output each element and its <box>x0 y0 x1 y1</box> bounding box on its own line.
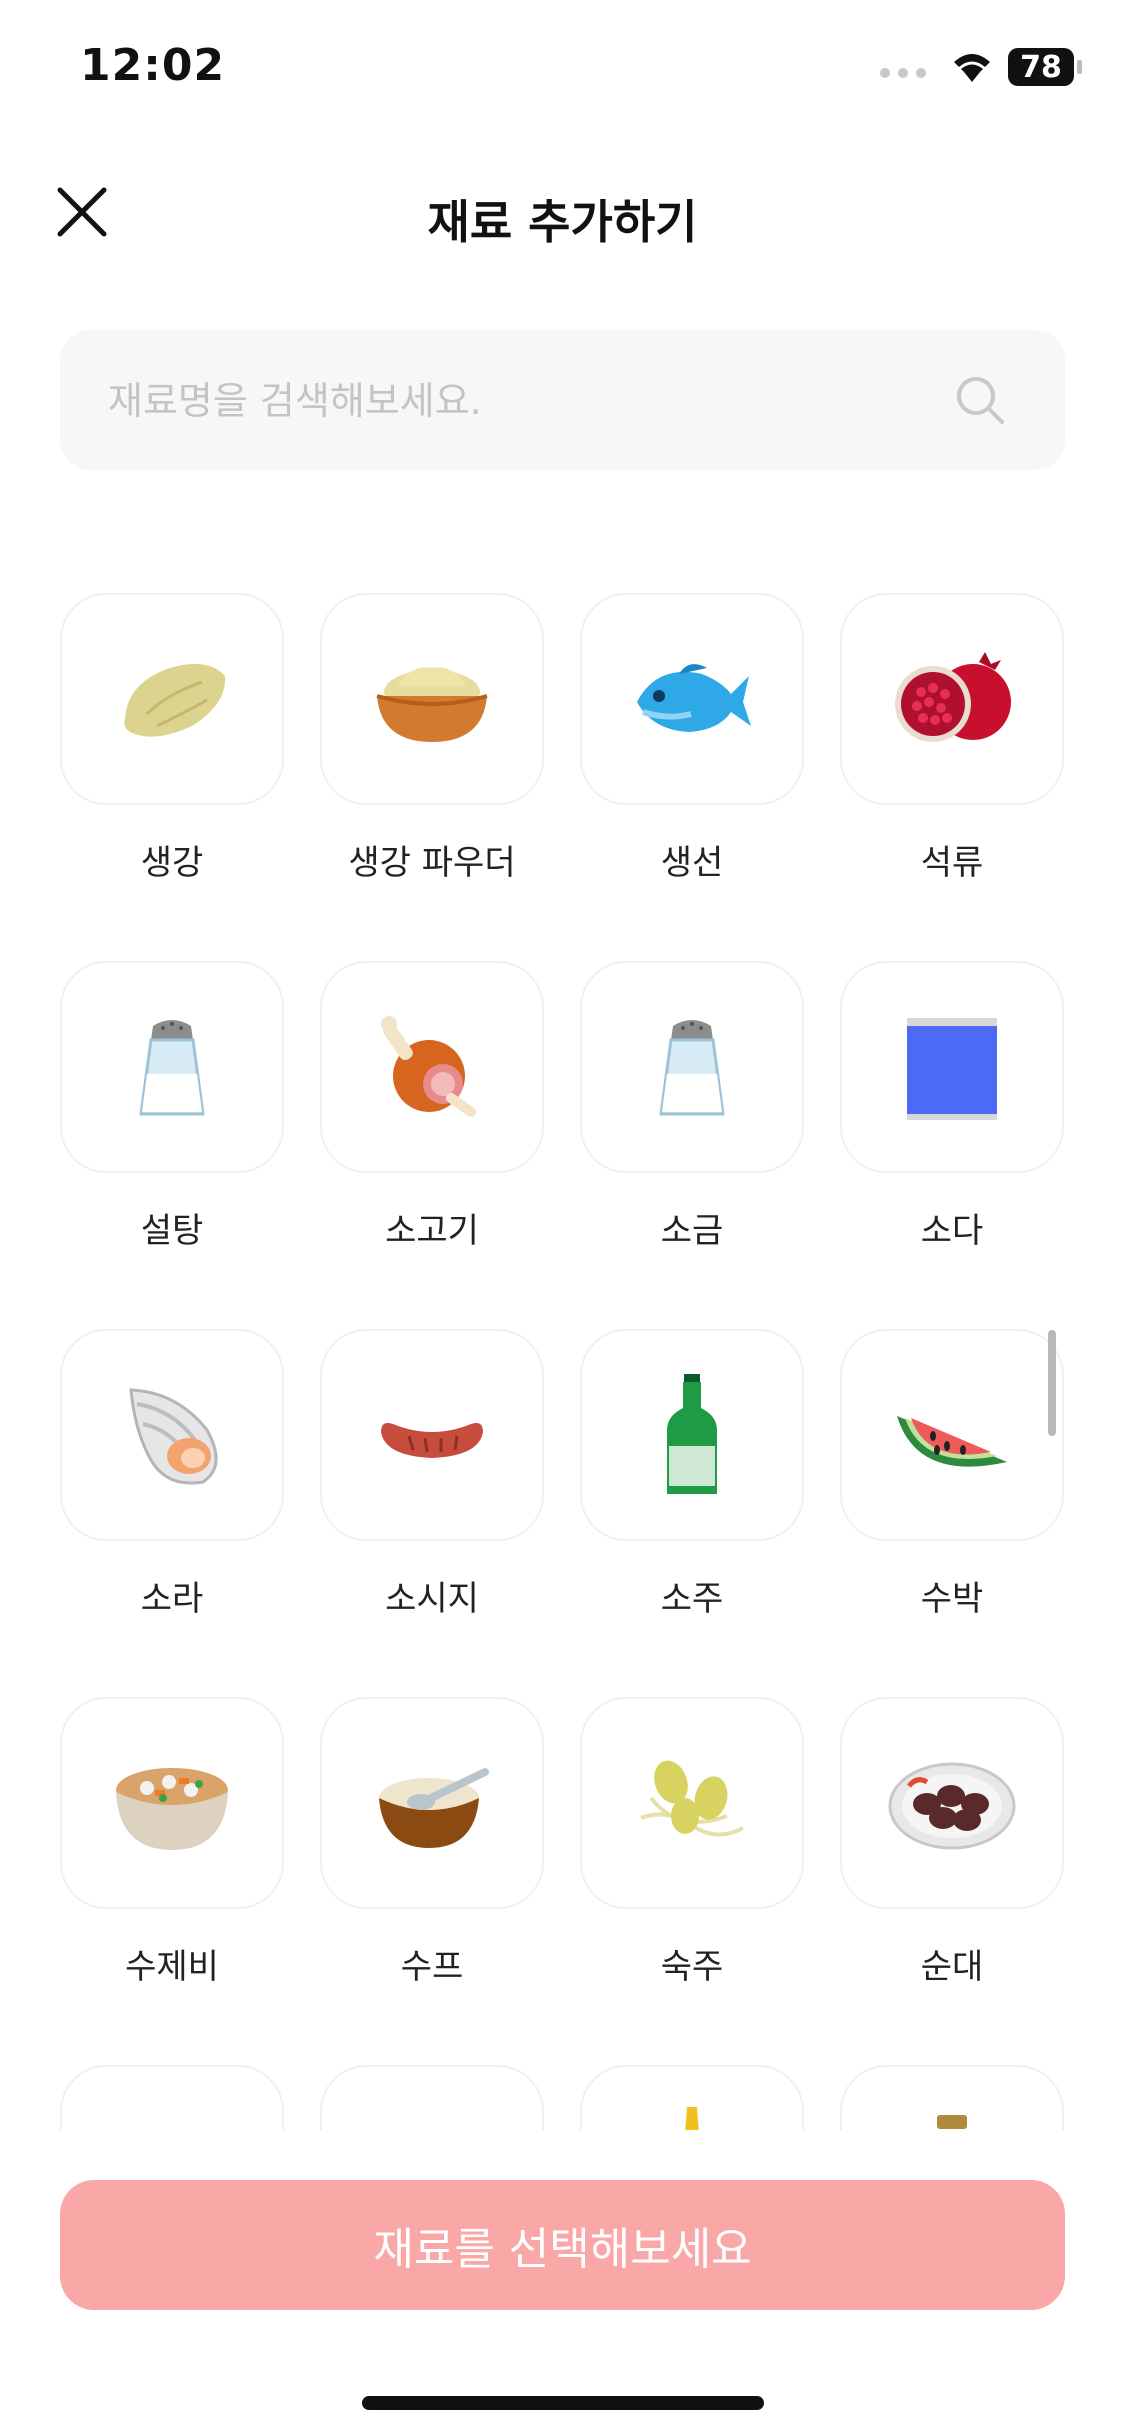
ingredient-label: 수제비 <box>125 1947 219 1987</box>
ingredient-label: 설탕 <box>140 1211 204 1251</box>
ginger-icon <box>124 663 226 737</box>
ingredient-item[interactable]: 수제비 <box>60 1697 284 1988</box>
ingredient-item-partial[interactable] <box>60 2065 284 2130</box>
ingredient-item-partial[interactable] <box>580 2065 804 2130</box>
page-title: 재료 추가하기 <box>427 195 698 249</box>
ingredient-tile[interactable] <box>60 961 284 1173</box>
ingredient-item[interactable]: 소다 <box>840 961 1064 1252</box>
sausage-icon <box>381 1423 483 1458</box>
scrollbar[interactable] <box>1048 1330 1056 1436</box>
soda-can-icon <box>907 1018 997 1120</box>
ingredient-label: 수박 <box>920 1579 984 1619</box>
ingredient-tile[interactable] <box>580 1697 804 1909</box>
status-bar: 12:02 78 <box>0 0 1125 130</box>
search-input[interactable] <box>106 370 930 432</box>
ingredient-label: 수프 <box>400 1947 464 1987</box>
ingredient-label: 생선 <box>660 843 724 883</box>
ingredient-tile[interactable] <box>60 593 284 805</box>
ingredient-tile[interactable] <box>320 961 544 1173</box>
ingredient-tile[interactable] <box>60 1697 284 1909</box>
ingredient-tile[interactable] <box>840 1329 1064 1541</box>
ingredient-tile[interactable] <box>840 2065 1064 2130</box>
ingredient-item-partial[interactable] <box>840 2065 1064 2130</box>
bottle-top-icon <box>685 2107 699 2130</box>
ingredient-item[interactable]: 수박 <box>840 1329 1064 1620</box>
pomegranate-icon <box>895 652 1011 742</box>
ingredient-label: 생강 파우더 <box>348 843 516 883</box>
watermelon-icon <box>897 1416 1007 1467</box>
ginger-powder-icon <box>376 667 488 742</box>
ingredient-item[interactable]: 생강 <box>60 593 284 884</box>
conch-icon <box>129 1388 218 1485</box>
ingredient-label: 소주 <box>660 1579 724 1619</box>
ingredient-item[interactable]: 소주 <box>580 1329 804 1620</box>
ingredient-label: 순대 <box>920 1947 984 1987</box>
ingredient-tile[interactable] <box>840 1697 1064 1909</box>
ingredient-item[interactable]: 소금 <box>580 961 804 1252</box>
ingredient-item[interactable]: 생선 <box>580 593 804 884</box>
sugar-shaker-icon <box>139 1020 205 1116</box>
ingredient-item[interactable]: 석류 <box>840 593 1064 884</box>
ingredient-item[interactable]: 설탕 <box>60 961 284 1252</box>
ingredient-item[interactable]: 소고기 <box>320 961 544 1252</box>
ingredient-tile[interactable] <box>60 2065 284 2130</box>
ingredient-label: 숙주 <box>660 1947 724 1987</box>
signal-icon <box>880 68 926 78</box>
battery-level: 78 <box>1020 49 1062 85</box>
ingredient-tile[interactable] <box>320 1697 544 1909</box>
ingredient-item[interactable]: 소시지 <box>320 1329 544 1620</box>
sujebi-bowl-icon <box>116 1768 228 1850</box>
ingredient-tile[interactable] <box>580 961 804 1173</box>
ingredient-tile[interactable] <box>60 1329 284 1541</box>
ingredient-tile[interactable] <box>580 593 804 805</box>
fish-icon <box>637 664 751 732</box>
ingredient-grid: 생강 생강 파우더 생선 석류 설탕 소고기 소금 소다 소라 소시지 소주 수… <box>0 593 1125 2130</box>
select-ingredient-button[interactable]: 재료를 선택해보세요 <box>60 2180 1065 2310</box>
ingredient-tile[interactable] <box>840 593 1064 805</box>
home-indicator <box>362 2396 764 2410</box>
ingredient-label: 생강 <box>140 843 204 883</box>
ingredient-tile[interactable] <box>580 1329 804 1541</box>
ingredient-tile[interactable] <box>320 2065 544 2130</box>
soju-bottle-icon <box>667 1374 717 1494</box>
wifi-icon <box>954 54 990 82</box>
soup-bowl-icon <box>379 1768 489 1848</box>
ingredient-item[interactable]: 생강 파우더 <box>320 593 544 884</box>
ingredient-item[interactable]: 수프 <box>320 1697 544 1988</box>
bean-sprouts-icon <box>640 1760 744 1837</box>
ingredient-item-partial[interactable] <box>320 2065 544 2130</box>
ingredient-tile[interactable] <box>580 2065 804 2130</box>
ingredient-label: 소금 <box>660 1211 724 1251</box>
ingredient-tile[interactable] <box>320 593 544 805</box>
search-box[interactable] <box>60 330 1065 470</box>
ingredient-label: 소고기 <box>385 1211 479 1251</box>
ingredient-label: 소시지 <box>385 1579 479 1619</box>
beef-icon <box>381 1016 476 1117</box>
ingredient-tile[interactable] <box>320 1329 544 1541</box>
ingredient-item[interactable]: 소라 <box>60 1329 284 1620</box>
ingredient-item[interactable]: 순대 <box>840 1697 1064 1988</box>
salt-shaker-icon <box>659 1020 725 1116</box>
ingredient-label: 석류 <box>920 843 984 883</box>
status-time: 12:02 <box>80 40 226 91</box>
battery-tip <box>1077 60 1082 74</box>
sundae-plate-icon <box>888 1762 1016 1850</box>
jar-lid-icon <box>937 2115 967 2129</box>
ingredient-item[interactable]: 숙주 <box>580 1697 804 1988</box>
ingredient-tile[interactable] <box>840 961 1064 1173</box>
battery-icon: 78 <box>1008 48 1074 86</box>
ingredient-label: 소다 <box>920 1211 984 1251</box>
ingredient-label: 소라 <box>140 1579 204 1619</box>
search-icon[interactable] <box>952 372 1008 428</box>
